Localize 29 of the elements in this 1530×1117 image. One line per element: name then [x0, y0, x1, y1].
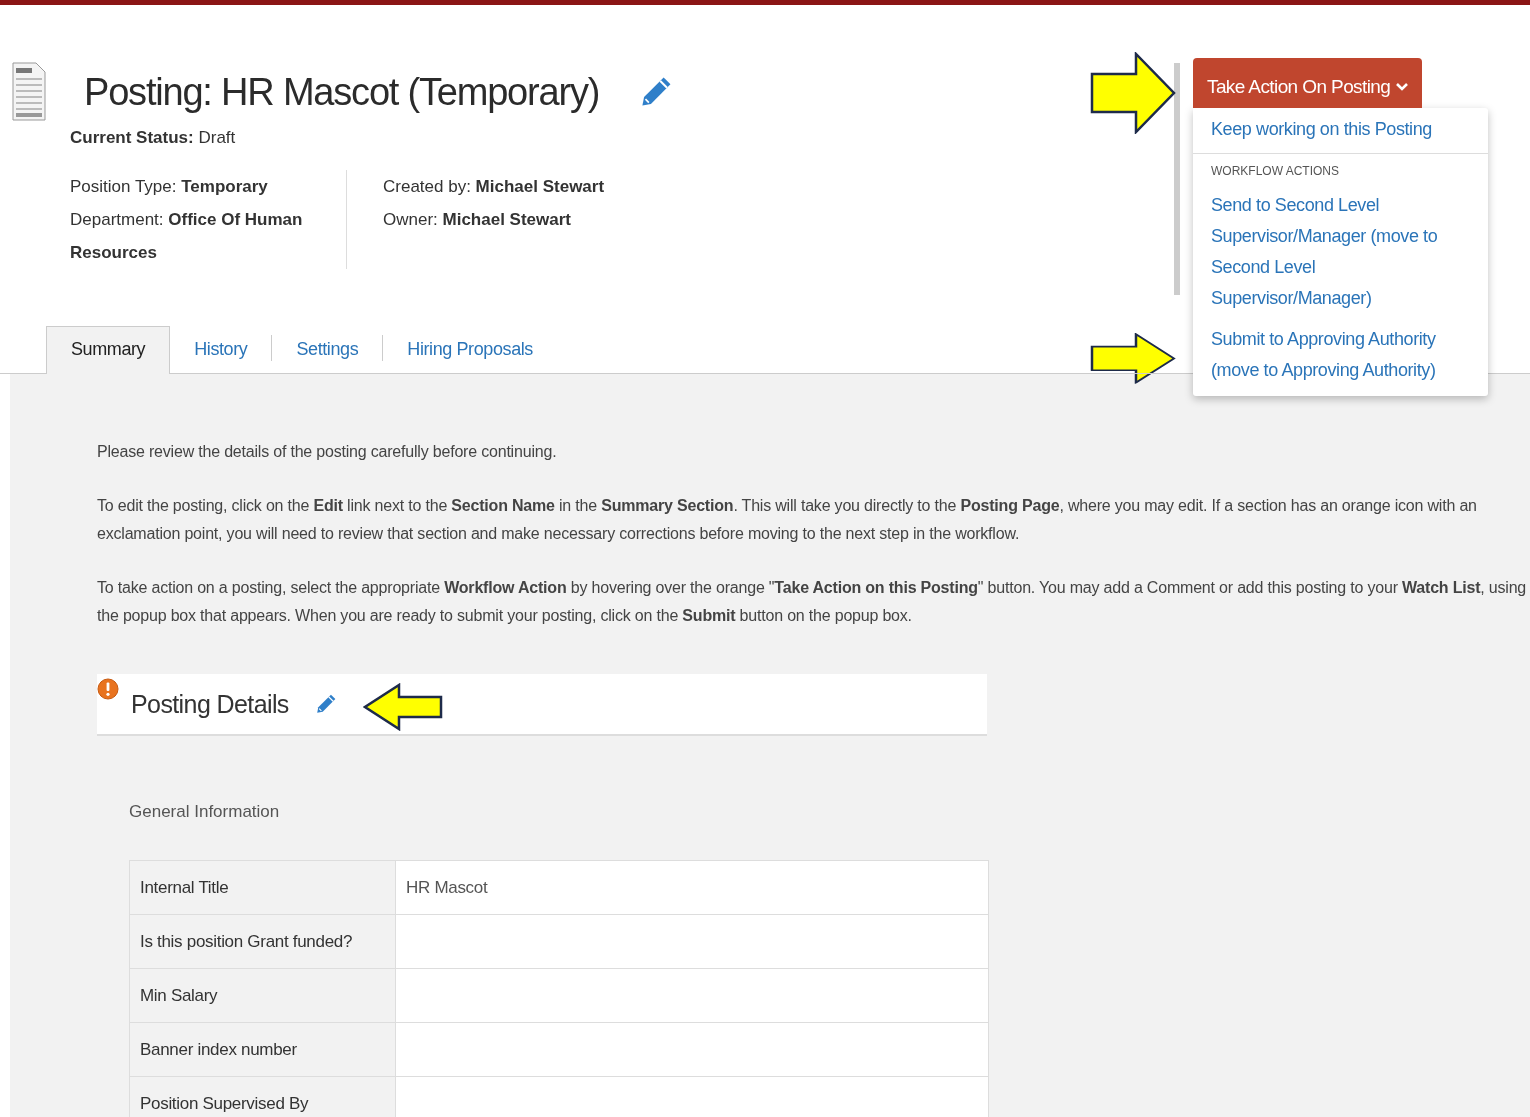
menu-heading: WORKFLOW ACTIONS — [1210, 163, 1340, 180]
menu-item[interactable]: Submit to Approving Authority (move to Approving Authority) — [1193, 318, 1488, 390]
menu-item[interactable]: Send to Second Level Supervisor/Manager (move to Second Level Supervisor/Manager) — [1193, 184, 1488, 318]
subsection-title: General Information — [129, 802, 281, 822]
section-title: Posting Details — [131, 689, 289, 719]
tab[interactable]: Summary — [46, 326, 171, 374]
take-action-button[interactable]: Take Action On Posting — [1193, 58, 1423, 108]
instruction-paragraph: To take action on a posting, select the appropriate Workflow Action by hovering over the orange "Take Action on this Posting" button. You may add a Comment or add this posting to your Watch List, using the popup box that appears. When you are ready to submit your posting, click on the Submit button on the popup box. — [97, 578, 1527, 626]
meta-field: Department: Office Of Human Resources — [70, 203, 326, 269]
meta-field: Owner: Michael Stewart — [383, 203, 643, 236]
chevron-down-icon — [1396, 82, 1409, 92]
tab[interactable]: Settings — [272, 327, 383, 373]
document-icon — [12, 62, 46, 122]
pencil-icon[interactable] — [314, 693, 337, 715]
menu-item[interactable]: Keep working on this Posting — [1193, 108, 1488, 149]
field-label: Banner index number — [129, 1022, 396, 1077]
status-text: Current Status: Draft — [70, 128, 236, 148]
field-label: Is this position Grant funded? — [129, 914, 396, 969]
instruction-paragraph: To edit the posting, click on the Edit link next to the Section Name in the Summary Section. This will take you directly to the Posting Page, where you may edit. If a section has an orange icon with an exclamation point, you will need to review that section and make necessary corrections before moving to the next step in the workflow. — [97, 496, 1478, 544]
instruction-paragraph: Please review the details of the posting carefully before continuing. — [97, 442, 558, 462]
field-label: Min Salary — [129, 968, 396, 1023]
page-title: Posting: HR Mascot (Temporary) — [84, 70, 600, 114]
field-value: HR Mascot — [395, 860, 989, 915]
tab[interactable]: History — [170, 327, 272, 373]
field-label: Internal Title — [129, 860, 396, 915]
tab[interactable]: Hiring Proposals — [383, 327, 557, 373]
meta-field: Position Type: Temporary — [70, 170, 326, 203]
meta-field: Created by: Michael Stewart — [383, 170, 643, 203]
field-label: Position Supervised By — [129, 1076, 396, 1117]
